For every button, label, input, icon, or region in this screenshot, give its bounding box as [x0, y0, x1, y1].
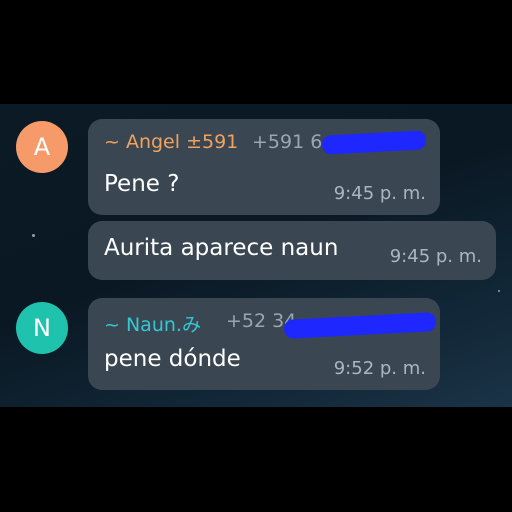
- message-text: Aurita aparece naun: [104, 235, 339, 261]
- sender-phone: +591 6: [252, 131, 323, 153]
- redaction-mark: [283, 312, 437, 339]
- message-bubble[interactable]: ~ Naun.み +52 34 pene dónde 9:52 p. m.: [88, 298, 440, 390]
- message-time: 9:45 p. m.: [389, 246, 482, 267]
- message-time: 9:45 p. m.: [333, 183, 426, 204]
- background-star: [32, 234, 35, 237]
- message-text: pene dónde: [104, 346, 241, 372]
- message-time: 9:52 p. m.: [333, 358, 426, 379]
- sender-name[interactable]: ~ Naun.み: [104, 310, 201, 337]
- screen: A ~ Angel ±591 +591 6 Pene ? 9:45 p. m. …: [0, 0, 512, 512]
- message-bubble[interactable]: Aurita aparece naun 9:45 p. m.: [88, 221, 496, 280]
- avatar[interactable]: A: [16, 121, 68, 173]
- background-star: [498, 290, 500, 292]
- redaction-mark: [321, 130, 427, 155]
- avatar[interactable]: N: [16, 302, 68, 354]
- message-text: Pene ?: [104, 171, 180, 197]
- sender-name[interactable]: ~ Angel ±591: [104, 131, 238, 153]
- message-bubble[interactable]: ~ Angel ±591 +591 6 Pene ? 9:45 p. m.: [88, 119, 440, 215]
